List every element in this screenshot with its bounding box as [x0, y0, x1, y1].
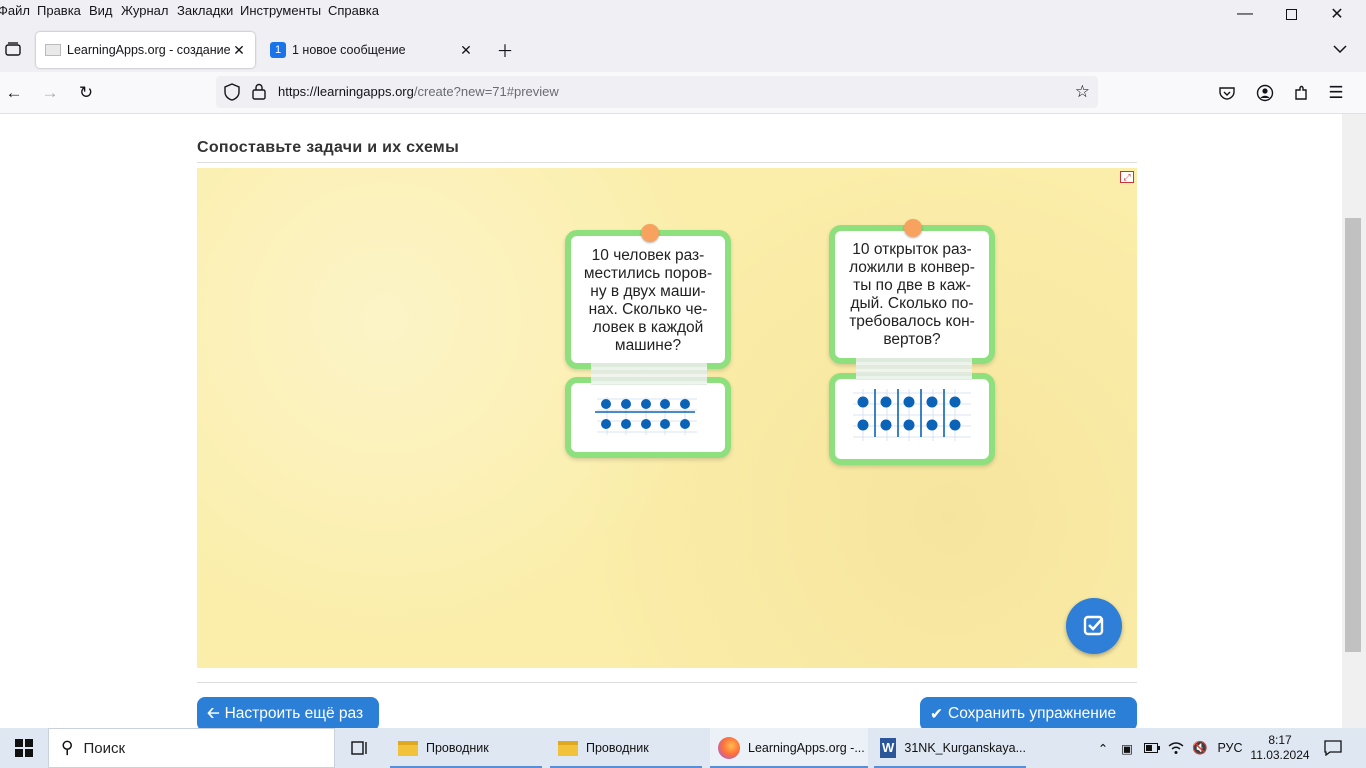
task-text: 10 открыток раз- ложили в конвер- ты по …: [849, 241, 975, 348]
menu-tools[interactable]: Инструменты: [240, 3, 321, 18]
tab-message[interactable]: 1 1 новое сообщение ✕: [262, 32, 482, 68]
taskbar-firefox[interactable]: LearningApps.org -...: [710, 728, 868, 768]
shield-icon[interactable]: [224, 83, 240, 106]
save-label: Сохранить упражнение: [948, 705, 1117, 722]
url-text[interactable]: https://learningapps.org/create?new=71#p…: [278, 84, 559, 99]
word-icon: W: [880, 738, 897, 758]
notifications-icon[interactable]: [1320, 728, 1346, 768]
reload-icon[interactable]: ↻: [73, 80, 99, 106]
pin-icon: [641, 224, 659, 242]
search-placeholder: Поиск: [83, 739, 126, 757]
meet-icon[interactable]: ▣: [1118, 728, 1136, 768]
account-icon[interactable]: [1252, 80, 1278, 106]
extensions-icon[interactable]: [1288, 80, 1314, 106]
close-tab-icon[interactable]: ✕: [456, 40, 476, 60]
windows-logo-icon: [15, 739, 33, 757]
forward-arrow-icon[interactable]: →: [37, 80, 63, 106]
task-view-icon[interactable]: [344, 728, 376, 768]
clock-date: 11.03.2024: [1250, 748, 1310, 762]
tab-bar: LearningApps.org - создание м ✕ 1 1 ново…: [0, 26, 1366, 72]
scheme-card-1[interactable]: [565, 377, 731, 458]
tab-learningapps[interactable]: LearningApps.org - создание м ✕: [36, 32, 255, 68]
dot-scheme-diagram: [853, 389, 971, 441]
minimize-icon[interactable]: —: [1222, 2, 1268, 26]
tape-connector: [591, 363, 707, 385]
page-content: Сопоставьте задачи и их схемы ⤢ 10 челов…: [0, 114, 1342, 728]
taskbar-item-label: 31NK_Kurganskaya...: [904, 741, 1026, 755]
search-icon: ⚲: [61, 738, 74, 757]
notification-badge: 1: [270, 42, 286, 58]
task-card-1[interactable]: 10 человек раз- местились поров- ну в дв…: [565, 230, 731, 369]
taskbar-item-label: Проводник: [426, 741, 489, 755]
url-path: /create?new=71#preview: [413, 84, 559, 99]
start-button[interactable]: [0, 728, 48, 768]
page-scrollbar[interactable]: [1342, 114, 1366, 728]
check-answers-button[interactable]: [1066, 598, 1122, 654]
scheme-card-2[interactable]: [829, 373, 995, 465]
clock[interactable]: 8:17 11.03.2024: [1250, 728, 1310, 768]
menu-help[interactable]: Справка: [328, 3, 379, 18]
checkbox-icon: [1083, 615, 1104, 636]
volume-muted-icon[interactable]: 🔇: [1190, 728, 1210, 768]
folder-icon: [398, 740, 418, 756]
menu-view[interactable]: Вид: [89, 3, 113, 18]
list-all-tabs-icon[interactable]: [0, 36, 26, 62]
url-host: https://learningapps.org: [278, 84, 414, 99]
taskbar-item-label: LearningApps.org -...: [748, 741, 865, 755]
reconfigure-button[interactable]: 🡠 Настроить ещё раз: [197, 697, 379, 728]
battery-icon[interactable]: [1142, 728, 1162, 768]
hamburger-menu-icon[interactable]: ☰: [1323, 80, 1349, 106]
chevron-down-icon[interactable]: [1327, 36, 1353, 62]
windows-taskbar: ⚲ Поиск Проводник Проводник LearningApps…: [0, 728, 1366, 768]
menu-edit[interactable]: Правка: [37, 3, 81, 18]
new-tab-icon[interactable]: ＋: [492, 36, 518, 62]
pocket-icon[interactable]: [1214, 80, 1240, 106]
check-icon: ✔: [930, 705, 943, 723]
task-card-2[interactable]: 10 открыток раз- ложили в конвер- ты по …: [829, 225, 995, 364]
chevron-up-icon[interactable]: ⌃: [1094, 728, 1112, 768]
url-bar[interactable]: https://learningapps.org/create?new=71#p…: [216, 76, 1098, 108]
tab-title: LearningApps.org - создание м: [67, 43, 232, 57]
menu-bar: Файл Правка Вид Журнал Закладки Инструме…: [0, 0, 1366, 26]
menu-bookmarks[interactable]: Закладки: [177, 3, 233, 18]
divider: [197, 162, 1137, 163]
tab-title: 1 новое сообщение: [292, 43, 406, 57]
maximize-icon[interactable]: [1268, 2, 1314, 26]
close-window-icon[interactable]: ✕: [1314, 2, 1360, 26]
firefox-icon: [718, 737, 740, 759]
pin-icon: [904, 219, 922, 237]
dot-scheme-diagram: [595, 397, 697, 435]
close-tab-icon[interactable]: ✕: [229, 40, 249, 60]
page-favicon-icon: [45, 44, 61, 56]
folder-icon: [558, 740, 578, 756]
language-indicator[interactable]: РУС: [1216, 728, 1244, 768]
fullscreen-icon[interactable]: ⤢: [1120, 171, 1134, 183]
taskbar-item-label: Проводник: [586, 741, 649, 755]
taskbar-explorer-1[interactable]: Проводник: [390, 728, 542, 768]
wifi-icon[interactable]: [1166, 728, 1186, 768]
reconfigure-label: Настроить ещё раз: [224, 705, 364, 722]
taskbar-explorer-2[interactable]: Проводник: [550, 728, 702, 768]
exercise-board: ⤢ 10 человек раз- местились поров- ну в …: [197, 168, 1137, 668]
taskbar-word[interactable]: W 31NK_Kurganskaya...: [874, 728, 1026, 768]
taskbar-search[interactable]: ⚲ Поиск: [48, 728, 335, 768]
save-exercise-button[interactable]: ✔ Сохранить упражнение: [920, 697, 1137, 728]
arrow-left-icon: 🡠: [207, 704, 220, 722]
navigation-bar: ← → ↻ https://learningapps.org/create?ne…: [0, 72, 1366, 114]
clock-time: 8:17: [1268, 733, 1292, 747]
tape-connector: [856, 358, 972, 380]
lock-icon[interactable]: [252, 83, 266, 105]
menu-file[interactable]: Файл: [0, 3, 30, 18]
task-text: 10 человек раз- местились поров- ну в дв…: [583, 247, 713, 354]
page-title: Сопоставьте задачи и их схемы: [197, 139, 460, 156]
scrollbar-thumb[interactable]: [1345, 218, 1361, 652]
menu-history[interactable]: Журнал: [121, 3, 168, 18]
divider: [197, 682, 1137, 683]
back-arrow-icon[interactable]: ←: [1, 80, 27, 106]
bookmark-star-icon[interactable]: ☆: [1075, 82, 1090, 102]
